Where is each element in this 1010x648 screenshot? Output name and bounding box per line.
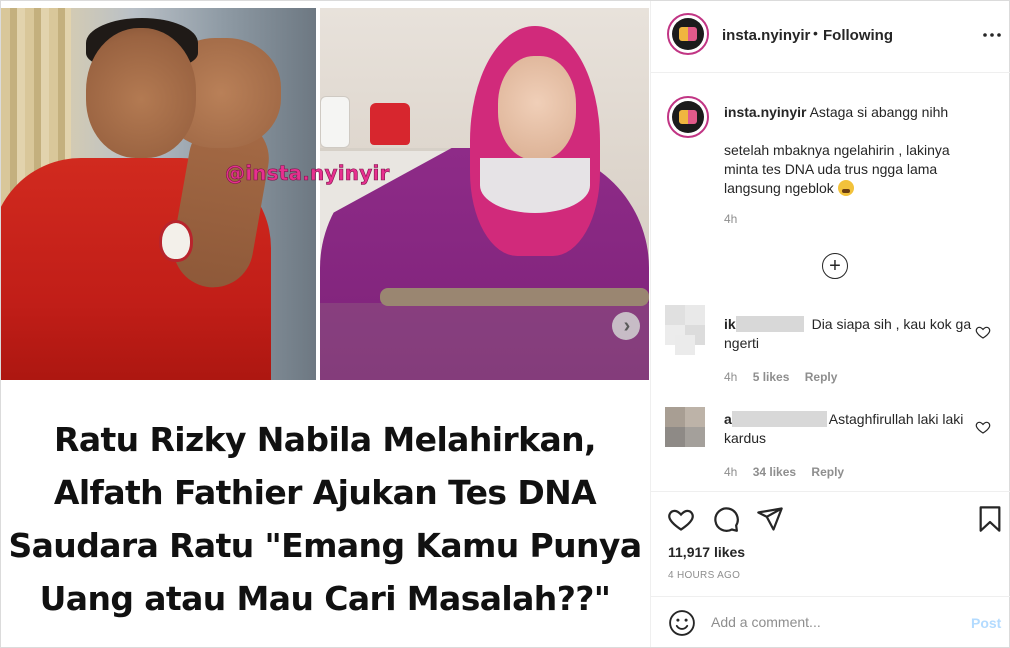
post-comment-button[interactable]: Post bbox=[971, 615, 1001, 631]
photo-woman-pink-hijab bbox=[320, 8, 649, 380]
blurred-username bbox=[731, 411, 827, 427]
caption-first-line: insta.nyinyir Astaga si abangg nihh bbox=[724, 103, 974, 122]
comment-text: ik Dia siapa sih , kau kok ga ngerti bbox=[724, 315, 979, 353]
comment-avatar[interactable] bbox=[665, 407, 705, 447]
carousel-next-button[interactable]: › bbox=[612, 312, 640, 340]
blurred-username bbox=[735, 316, 804, 332]
comment-likes[interactable]: 34 likes bbox=[753, 465, 796, 479]
caption-username[interactable]: insta.nyinyir bbox=[724, 104, 806, 120]
post-sidebar: insta.nyinyir • Following insta.nyinyir … bbox=[650, 1, 1010, 647]
headline-line: Ratu Rizky Nabila Melahirkan, bbox=[54, 420, 597, 459]
post-header: insta.nyinyir • Following bbox=[651, 1, 1010, 73]
comment-heart-icon[interactable] bbox=[975, 419, 991, 435]
comment-item: a Astaghfirullah laki laki kardus 4h 34 l… bbox=[651, 407, 1010, 491]
comment-username[interactable]: ik bbox=[724, 316, 736, 332]
headline-text: Ratu Rizky Nabila Melahirkan, Alfath Fat… bbox=[1, 413, 649, 625]
comment-meta: 4h 5 likes Reply bbox=[724, 370, 849, 384]
photo-man-red-jersey bbox=[1, 8, 316, 380]
separator-dot: • bbox=[813, 25, 818, 41]
add-comment-bar: Post bbox=[651, 598, 1010, 647]
post-actions: 11,917 likes 4 HOURS AGO bbox=[651, 493, 1010, 597]
header-username[interactable]: insta.nyinyir bbox=[722, 27, 810, 44]
comment-avatar[interactable] bbox=[665, 305, 705, 355]
headline-line: Uang atau Mau Cari Masalah??" bbox=[39, 579, 611, 618]
post-media: @insta.nyinyir › Ratu Rizky Nabila Melah… bbox=[1, 1, 649, 647]
caption-text: Astaga si abangg nihh bbox=[809, 104, 949, 120]
weary-face-emoji-icon bbox=[837, 180, 854, 196]
caption-body-text: setelah mbaknya ngelahirin , lakinya min… bbox=[724, 142, 950, 196]
headline-line: Saudara Ratu "Emang Kamu Punya bbox=[8, 526, 642, 565]
caption-body: setelah mbaknya ngelahirin , lakinya min… bbox=[724, 141, 979, 198]
comments-section: insta.nyinyir Astaga si abangg nihh sete… bbox=[651, 74, 1010, 492]
like-heart-icon[interactable] bbox=[667, 505, 695, 533]
following-button[interactable]: Following bbox=[823, 27, 893, 44]
comment-item: ik Dia siapa sih , kau kok ga ngerti 4h … bbox=[651, 305, 1010, 405]
load-more-comments-button[interactable]: + bbox=[822, 253, 848, 279]
add-comment-input[interactable] bbox=[711, 610, 961, 634]
chevron-right-icon: › bbox=[623, 315, 631, 337]
more-options-icon[interactable] bbox=[981, 24, 1003, 46]
likes-count[interactable]: 11,917 likes bbox=[668, 544, 745, 560]
comment-time[interactable]: 4h bbox=[724, 465, 737, 479]
caption-avatar[interactable] bbox=[667, 96, 709, 138]
comment-text: a Astaghfirullah laki laki kardus bbox=[724, 410, 979, 448]
comment-time[interactable]: 4h bbox=[724, 370, 737, 384]
comment-meta: 4h 34 likes Reply bbox=[724, 465, 856, 479]
share-paper-plane-icon[interactable] bbox=[756, 505, 784, 533]
reply-button[interactable]: Reply bbox=[811, 465, 844, 479]
reply-button[interactable]: Reply bbox=[805, 370, 838, 384]
plus-icon: + bbox=[829, 254, 841, 277]
caption-timestamp[interactable]: 4h bbox=[724, 212, 737, 226]
comment-likes[interactable]: 5 likes bbox=[753, 370, 790, 384]
post-timestamp[interactable]: 4 HOURS AGO bbox=[668, 570, 740, 581]
watermark-text: @insta.nyinyir bbox=[225, 161, 390, 186]
bookmark-icon[interactable] bbox=[976, 505, 1004, 533]
comment-bubble-icon[interactable] bbox=[712, 505, 740, 533]
emoji-smile-icon[interactable] bbox=[668, 609, 696, 637]
avatar[interactable] bbox=[667, 13, 709, 55]
headline-line: Alfath Fathier Ajukan Tes DNA bbox=[53, 473, 597, 512]
comment-username[interactable]: a bbox=[724, 411, 732, 427]
comment-heart-icon[interactable] bbox=[975, 324, 991, 340]
